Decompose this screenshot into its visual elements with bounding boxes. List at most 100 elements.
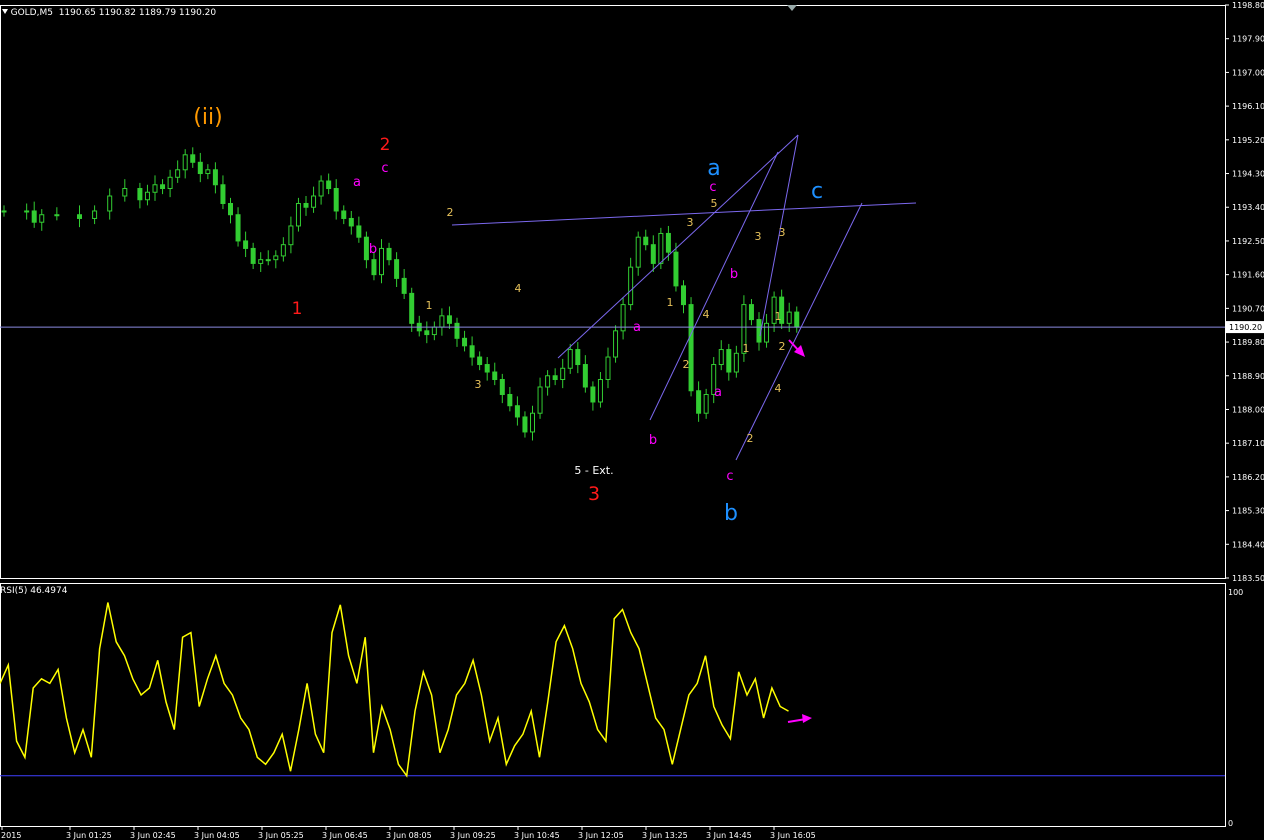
price-tick-label: 1193.40 bbox=[1232, 203, 1264, 212]
candle-body bbox=[545, 375, 551, 388]
candle-body bbox=[613, 330, 619, 358]
price-tick-label: 1196.10 bbox=[1232, 102, 1264, 111]
candle-body bbox=[273, 255, 279, 261]
symbol-name: GOLD,M5 bbox=[10, 8, 53, 18]
price-tick-label: 1187.10 bbox=[1232, 439, 1264, 448]
wave-label-extension: 5 - Ext. bbox=[574, 464, 613, 477]
candle-body bbox=[39, 214, 45, 223]
wave-label-minor-2: 2 bbox=[447, 206, 454, 219]
candle-body bbox=[499, 379, 505, 395]
wave-label-minor-1: 1 bbox=[743, 342, 750, 355]
candle-body bbox=[348, 217, 354, 227]
candle-body bbox=[552, 375, 558, 381]
time-tick-label: 3 Jun 13:25 bbox=[642, 831, 688, 840]
candle-body bbox=[228, 202, 233, 216]
price-tick-label: 1195.20 bbox=[1232, 136, 1264, 145]
time-tick-label: 3 Jun 10:45 bbox=[514, 831, 560, 840]
time-tick-label: Jun 2015 bbox=[0, 831, 21, 840]
candle-body bbox=[386, 247, 392, 261]
candle-body bbox=[469, 345, 475, 358]
candle-body bbox=[220, 184, 226, 204]
price-tick-label: 1197.00 bbox=[1232, 68, 1264, 77]
price-tick-label: 1184.40 bbox=[1232, 540, 1264, 549]
current-price-label: 1190.20 bbox=[1229, 323, 1262, 332]
wave-label-mag-b: b bbox=[730, 267, 738, 282]
candle-body bbox=[673, 251, 679, 287]
wave-label-minor-4: 4 bbox=[703, 308, 710, 321]
time-tick-label: 3 Jun 01:25 bbox=[66, 831, 112, 840]
candle-body bbox=[356, 225, 362, 238]
price-tick-label: 1185.30 bbox=[1232, 507, 1264, 516]
candle-body bbox=[764, 322, 770, 343]
candle-body bbox=[718, 349, 724, 366]
wave-label-red-2: 2 bbox=[380, 135, 391, 155]
candle-body bbox=[439, 315, 445, 328]
candle-body bbox=[107, 195, 113, 212]
candle-body bbox=[733, 352, 739, 373]
candle-body bbox=[175, 169, 181, 178]
candle-body bbox=[605, 356, 611, 381]
price-tick-label: 1191.60 bbox=[1232, 271, 1264, 280]
candle-body bbox=[567, 349, 573, 369]
rsi-tick-label: 0 bbox=[1228, 819, 1233, 828]
candle-body bbox=[628, 266, 634, 306]
wave-label-minor-5: 5 bbox=[711, 197, 718, 210]
candle-body bbox=[688, 304, 694, 392]
candle-body bbox=[462, 337, 468, 347]
candle-body bbox=[333, 188, 339, 212]
candle-body bbox=[794, 311, 800, 328]
time-tick-label: 3 Jun 06:45 bbox=[322, 831, 368, 840]
price-tick-label: 1188.90 bbox=[1232, 372, 1264, 381]
candle-body bbox=[409, 292, 415, 324]
candle-body bbox=[258, 259, 264, 264]
candle-body bbox=[431, 326, 437, 336]
rsi-line bbox=[0, 602, 789, 778]
candle-body bbox=[560, 367, 566, 381]
wave-label-minor-4: 4 bbox=[515, 282, 522, 295]
candle-body bbox=[786, 311, 792, 324]
candle-body bbox=[182, 154, 188, 171]
candle-body bbox=[597, 379, 603, 403]
wave-label-mag-a: a bbox=[714, 385, 722, 400]
wave-label-blue-a: a bbox=[707, 156, 720, 181]
candle-body bbox=[144, 191, 150, 201]
wave-label-minor-3: 3 bbox=[475, 378, 482, 391]
price-tick-label: 1197.90 bbox=[1232, 35, 1264, 44]
price-tick-label: 1189.80 bbox=[1232, 338, 1264, 347]
candle-body bbox=[235, 214, 241, 242]
time-tick-label: 3 Jun 12:05 bbox=[578, 831, 624, 840]
candle-body bbox=[484, 364, 490, 373]
wave-label-mag-b: b bbox=[369, 242, 377, 257]
wave-label-mag-a: a bbox=[353, 175, 361, 190]
time-tick-label: 3 Jun 05:25 bbox=[258, 831, 304, 840]
candle-body bbox=[137, 188, 143, 201]
rsi-panel-frame bbox=[0, 583, 1226, 827]
candle-body bbox=[401, 277, 407, 294]
candle-body bbox=[446, 315, 452, 324]
candle-body bbox=[341, 210, 347, 219]
candle-body bbox=[212, 169, 218, 186]
time-tick-label: 3 Jun 04:05 bbox=[194, 831, 240, 840]
candle-body bbox=[1, 210, 7, 213]
candle-body bbox=[197, 161, 203, 175]
rsi-arrow-head bbox=[802, 714, 812, 723]
price-tick-label: 1194.30 bbox=[1232, 170, 1264, 179]
price-tick-label: 1190.70 bbox=[1232, 304, 1264, 313]
candle-body bbox=[575, 349, 581, 366]
candle-body bbox=[363, 236, 369, 261]
candle-body bbox=[160, 184, 166, 190]
wave-label-blue-c: c bbox=[811, 179, 823, 204]
wave-label-red-3: 3 bbox=[588, 483, 600, 505]
candle-body bbox=[371, 259, 377, 276]
wave-label-mag-b: b bbox=[649, 433, 657, 448]
wave-label-mag-c: c bbox=[709, 180, 716, 195]
wave-label-minor-3: 3 bbox=[779, 226, 786, 239]
chart-shift-icon[interactable] bbox=[787, 5, 797, 11]
chart-canvas: 1198.80 1197.90 1197.00 1196.10 1195.20 1194.… bbox=[0, 1, 1264, 840]
candle-body bbox=[77, 214, 82, 219]
candle-body bbox=[205, 169, 211, 175]
candle-body bbox=[703, 393, 709, 414]
price-tick-label: 1186.20 bbox=[1232, 473, 1264, 482]
time-tick-label: 3 Jun 16:05 bbox=[770, 831, 816, 840]
time-tick-label: 3 Jun 02:45 bbox=[130, 831, 176, 840]
